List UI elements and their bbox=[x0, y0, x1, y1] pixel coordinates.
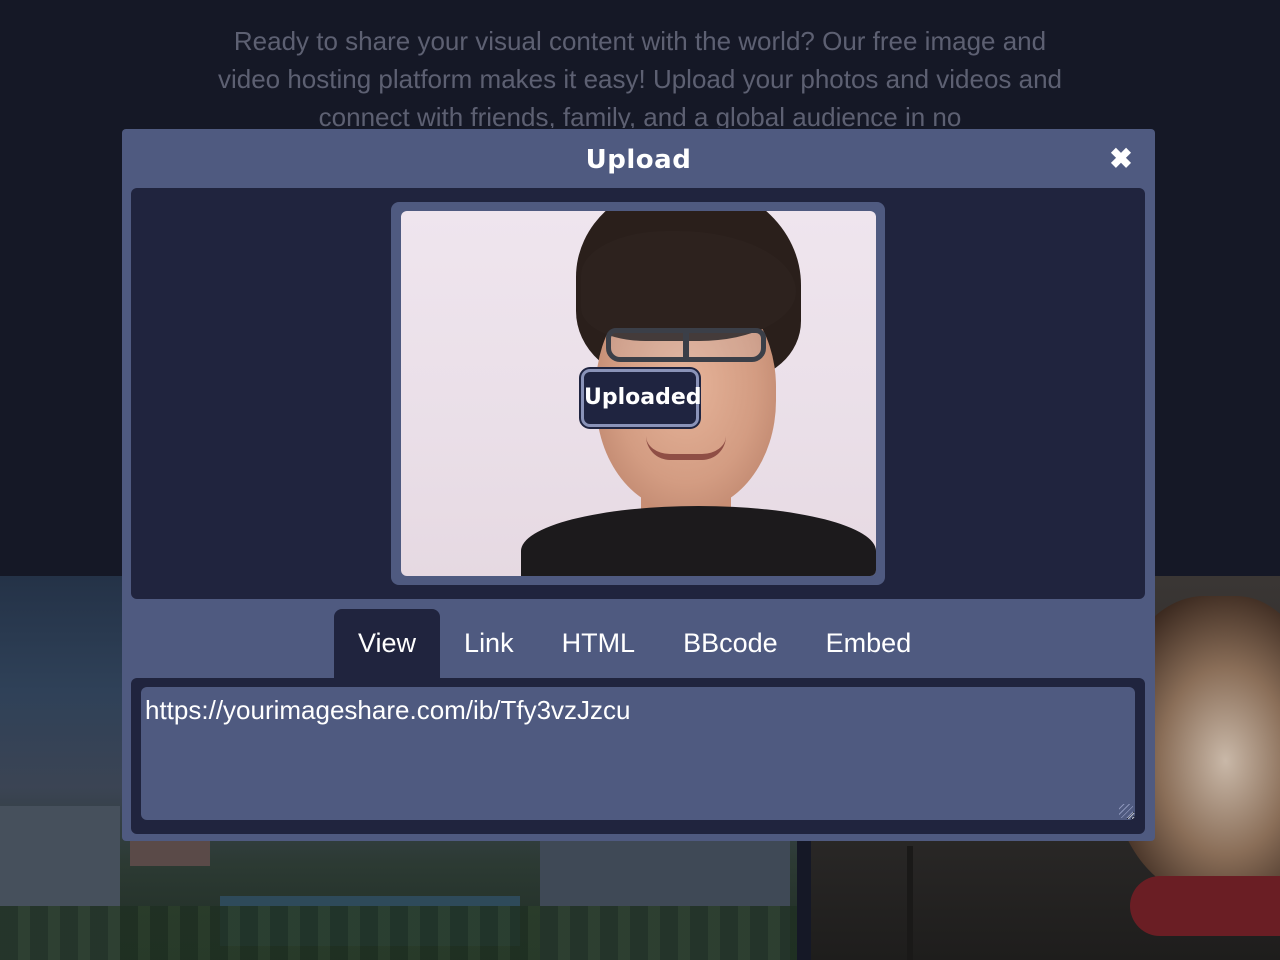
tab-view[interactable]: View bbox=[334, 609, 441, 679]
preview-area: Uploaded bbox=[131, 188, 1145, 599]
uploaded-image: Uploaded bbox=[401, 211, 876, 576]
upload-modal: Upload ✖ Uploaded View Link HTML BBcode … bbox=[122, 129, 1155, 841]
tab-embed[interactable]: Embed bbox=[802, 609, 936, 679]
share-content-panel: https://yourimageshare.com/ib/Tfy3vzJzcu bbox=[131, 678, 1145, 834]
tab-html[interactable]: HTML bbox=[538, 609, 660, 679]
uploaded-badge: Uploaded bbox=[581, 369, 702, 427]
share-link-textarea[interactable]: https://yourimageshare.com/ib/Tfy3vzJzcu bbox=[141, 687, 1135, 820]
tab-bbcode[interactable]: BBcode bbox=[659, 609, 802, 679]
share-format-tabs: View Link HTML BBcode Embed bbox=[334, 609, 935, 679]
close-icon[interactable]: ✖ bbox=[1107, 145, 1135, 173]
intro-text: Ready to share your visual content with … bbox=[217, 26, 1063, 128]
tab-link[interactable]: Link bbox=[440, 609, 538, 679]
modal-title: Upload bbox=[585, 145, 692, 175]
image-preview-frame: Uploaded bbox=[391, 202, 885, 585]
